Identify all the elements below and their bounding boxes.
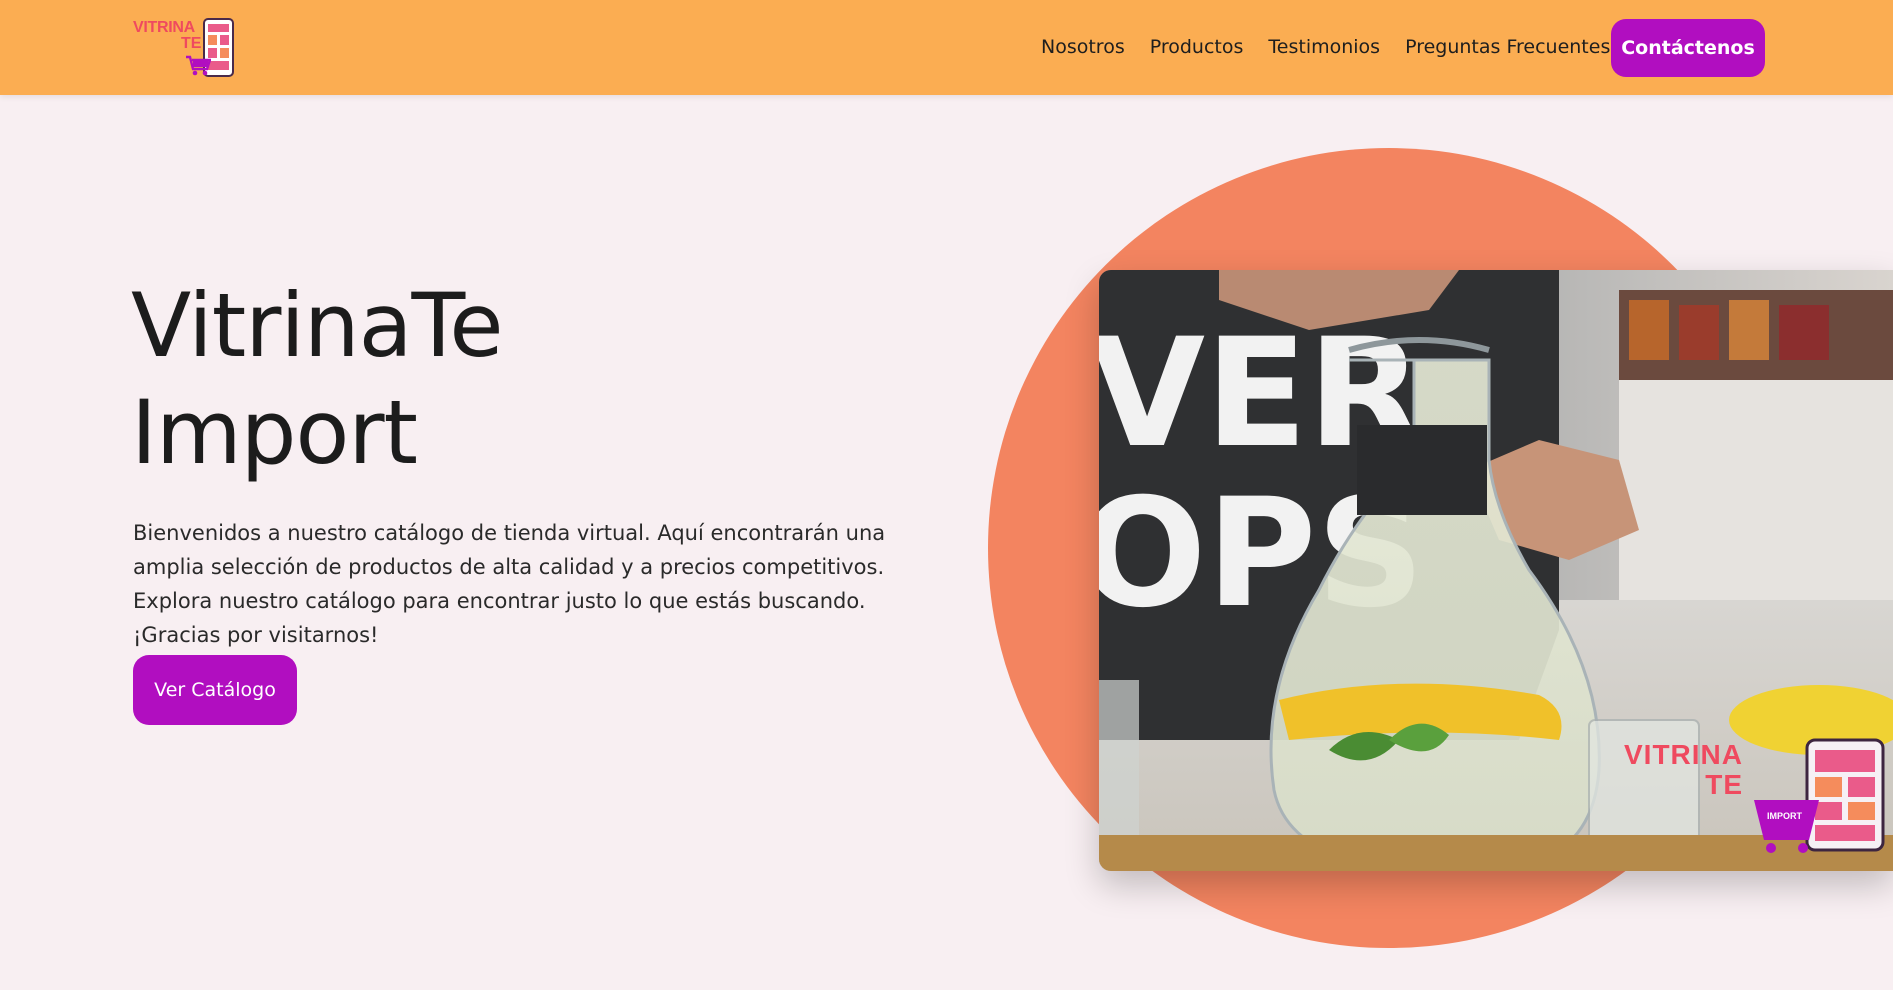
image-logo-text-1: VITRINA — [1624, 739, 1743, 770]
image-logo-wordmark: VITRINA TE — [1624, 740, 1743, 800]
image-logo-text-2: TE — [1705, 769, 1743, 800]
nav-link-productos[interactable]: Productos — [1150, 36, 1244, 58]
hero-title: VitrinaTe Import — [131, 272, 503, 486]
image-logo-badge: IMPORT — [1767, 811, 1803, 821]
cart-icon — [186, 55, 211, 76]
carafe-photo: VER OPS IMPORT — [1099, 270, 1893, 871]
contact-button[interactable]: Contáctenos — [1611, 19, 1765, 77]
hero-description: Bienvenidos a nuestro catálogo de tienda… — [133, 521, 886, 647]
navbar: VITRINA TE Nosotros Productos Testimonio… — [0, 0, 1893, 95]
logo-text-line2: TE — [181, 35, 202, 52]
nav-link-testimonios[interactable]: Testimonios — [1268, 36, 1380, 58]
nav-link-nosotros[interactable]: Nosotros — [1041, 36, 1125, 58]
hero-product-image: VER OPS IMPORT VITRINA TE — [1099, 270, 1893, 871]
brand-logo[interactable]: VITRINA TE — [133, 18, 237, 78]
hero-title-line1: VitrinaTe — [131, 274, 503, 377]
logo-text-line1: VITRINA — [133, 19, 195, 36]
main-nav: Nosotros Productos Testimonios Preguntas… — [1041, 36, 1610, 58]
view-catalog-button[interactable]: Ver Catálogo — [133, 655, 297, 725]
hero-title-line2: Import — [131, 381, 418, 484]
nav-link-preguntas-frecuentes[interactable]: Preguntas Frecuentes — [1405, 36, 1610, 58]
